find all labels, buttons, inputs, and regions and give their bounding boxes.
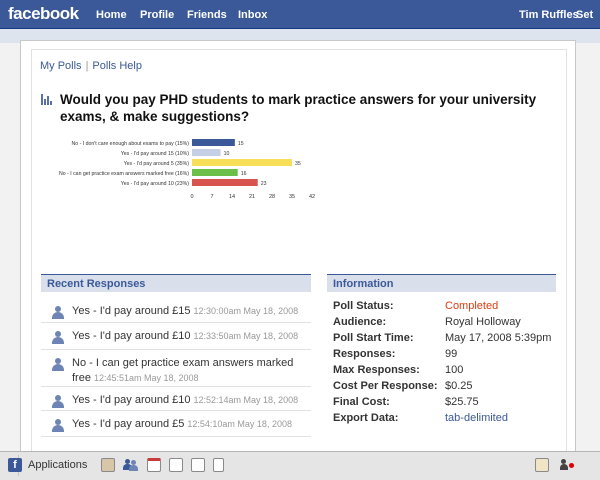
info-value: Completed xyxy=(445,300,499,312)
response-list-item: No - I can get practice exam answers mar… xyxy=(41,350,311,387)
user-icon xyxy=(52,306,64,319)
response-timestamp: 12:30:00am May 18, 2008 xyxy=(193,306,299,316)
facebook-square-icon: f xyxy=(8,458,22,472)
subnav-separator: | xyxy=(85,60,89,72)
settings-link[interactable]: Set xyxy=(576,9,593,21)
poll-panel: My Polls | Polls Help Would you pay PHD st… xyxy=(20,40,576,466)
response-timestamp: 12:45:51am May 18, 2008 xyxy=(93,373,199,383)
poll-chart-icon xyxy=(41,94,53,105)
user-icon xyxy=(52,331,64,344)
response-list-item: Yes - I'd pay around £5 12:54:10am May 18… xyxy=(41,411,311,437)
info-key: Responses: xyxy=(333,348,396,360)
nav-profile-link[interactable]: Profile xyxy=(140,9,174,21)
info-value[interactable]: tab-delimited xyxy=(445,412,508,424)
response-answer: Yes - I'd pay around £10 xyxy=(72,330,191,342)
chart-bar xyxy=(192,179,258,186)
nav-inbox-link[interactable]: Inbox xyxy=(238,9,267,21)
response-text: Yes - I'd pay around £5 12:54:10am May 18… xyxy=(72,417,302,432)
info-key: Cost Per Response: xyxy=(333,380,438,392)
user-name-link[interactable]: Tim Ruffles xyxy=(519,9,579,21)
response-answer: Yes - I'd pay around £15 xyxy=(72,305,191,317)
online-friends-icon[interactable] xyxy=(560,458,574,472)
chart-x-tick-label: 7 xyxy=(210,194,213,200)
chart-category-label: No - I can get practice exam answers mar… xyxy=(59,171,189,177)
response-timestamp: 12:54:10am May 18, 2008 xyxy=(187,419,292,429)
chart-category-label: No - I don't care enough about exams to … xyxy=(72,141,190,147)
info-value: Royal Holloway xyxy=(445,316,521,328)
chart-value-label: 10 xyxy=(224,151,230,157)
info-key: Export Data: xyxy=(333,412,399,424)
response-list-item: Yes - I'd pay around £15 12:30:00am May 1… xyxy=(41,298,311,323)
info-value: 99 xyxy=(445,348,458,360)
information-header: Information xyxy=(327,274,556,292)
poll-question: Would you pay PHD students to mark pract… xyxy=(60,92,537,124)
info-key: Poll Start Time: xyxy=(333,332,414,344)
chart-bar xyxy=(192,169,238,176)
friends-icon[interactable] xyxy=(123,458,138,472)
poll-content: My Polls | Polls Help Would you pay PHD st… xyxy=(31,49,567,466)
chart-value-label: 23 xyxy=(261,181,267,187)
chart-x-tick-label: 14 xyxy=(229,194,235,200)
top-navigation-bar: facebook Home Profile Friends Inbox Tim … xyxy=(0,0,600,29)
chart-bar xyxy=(192,139,235,146)
chart-bar xyxy=(192,149,221,156)
info-value: 100 xyxy=(445,364,464,376)
info-key: Max Responses: xyxy=(333,364,420,376)
response-answer: Yes - I'd pay around £5 xyxy=(72,418,185,430)
response-list-item: Yes - I'd pay around £10 12:52:14am May 1… xyxy=(41,387,311,411)
chart-category-label: Yes - I'd pay around 5 (35%) xyxy=(124,161,190,167)
user-icon xyxy=(52,395,64,408)
chart-value-label: 35 xyxy=(295,161,301,167)
chart-x-tick-label: 35 xyxy=(289,194,295,200)
applications-label: Applications xyxy=(28,459,88,471)
info-value: $25.75 xyxy=(445,396,479,408)
chart-category-label: Yes - I'd pay around 15 (10%) xyxy=(121,151,190,157)
chart-value-label: 15 xyxy=(238,141,244,147)
chart-category-label: Yes - I'd pay around 10 (23%) xyxy=(121,181,190,187)
response-list-item: Yes - I'd pay around £10 12:33:50am May 1… xyxy=(41,323,311,350)
poll-results-chart: No - I don't care enough about exams to … xyxy=(59,139,315,200)
applications-menu-button[interactable]: f Applications xyxy=(8,455,87,476)
notes-icon[interactable] xyxy=(169,458,183,472)
facebook-logo[interactable]: facebook xyxy=(8,4,79,24)
user-icon xyxy=(52,419,64,432)
nav-home-link[interactable]: Home xyxy=(96,9,127,21)
info-value: $0.25 xyxy=(445,380,473,392)
posted-items-icon[interactable] xyxy=(191,458,205,472)
info-key: Poll Status: xyxy=(333,300,394,312)
response-timestamp: 12:33:50am May 18, 2008 xyxy=(193,331,299,341)
my-polls-link[interactable]: My Polls xyxy=(40,60,82,72)
info-key: Audience: xyxy=(333,316,387,328)
document-icon[interactable] xyxy=(213,458,224,472)
info-value: May 17, 2008 5:39pm xyxy=(445,332,552,344)
chat-icon[interactable] xyxy=(535,458,549,472)
chart-bar xyxy=(192,159,292,166)
polls-help-link[interactable]: Polls Help xyxy=(92,60,142,72)
info-key: Final Cost: xyxy=(333,396,390,408)
photos-icon[interactable] xyxy=(101,458,115,472)
chart-x-tick-label: 21 xyxy=(249,194,255,200)
chart-value-label: 16 xyxy=(241,171,247,177)
chart-x-tick-label: 0 xyxy=(190,194,193,200)
nav-friends-link[interactable]: Friends xyxy=(187,9,227,21)
response-text: Yes - I'd pay around £10 12:52:14am May 1… xyxy=(72,393,302,408)
chart-x-tick-label: 42 xyxy=(309,194,315,200)
bottom-application-bar: f Applications xyxy=(0,451,600,480)
events-calendar-icon[interactable] xyxy=(147,458,161,472)
poll-subnav: My Polls | Polls Help xyxy=(40,60,142,72)
user-icon xyxy=(52,358,64,371)
response-text: No - I can get practice exam answers mar… xyxy=(72,356,302,386)
response-text: Yes - I'd pay around £10 12:33:50am May 1… xyxy=(72,329,302,344)
response-text: Yes - I'd pay around £15 12:30:00am May 1… xyxy=(72,304,302,319)
response-answer: Yes - I'd pay around £10 xyxy=(72,394,191,406)
chart-x-tick-label: 28 xyxy=(269,194,275,200)
response-timestamp: 12:52:14am May 18, 2008 xyxy=(193,395,299,405)
recent-responses-header: Recent Responses xyxy=(41,274,311,292)
